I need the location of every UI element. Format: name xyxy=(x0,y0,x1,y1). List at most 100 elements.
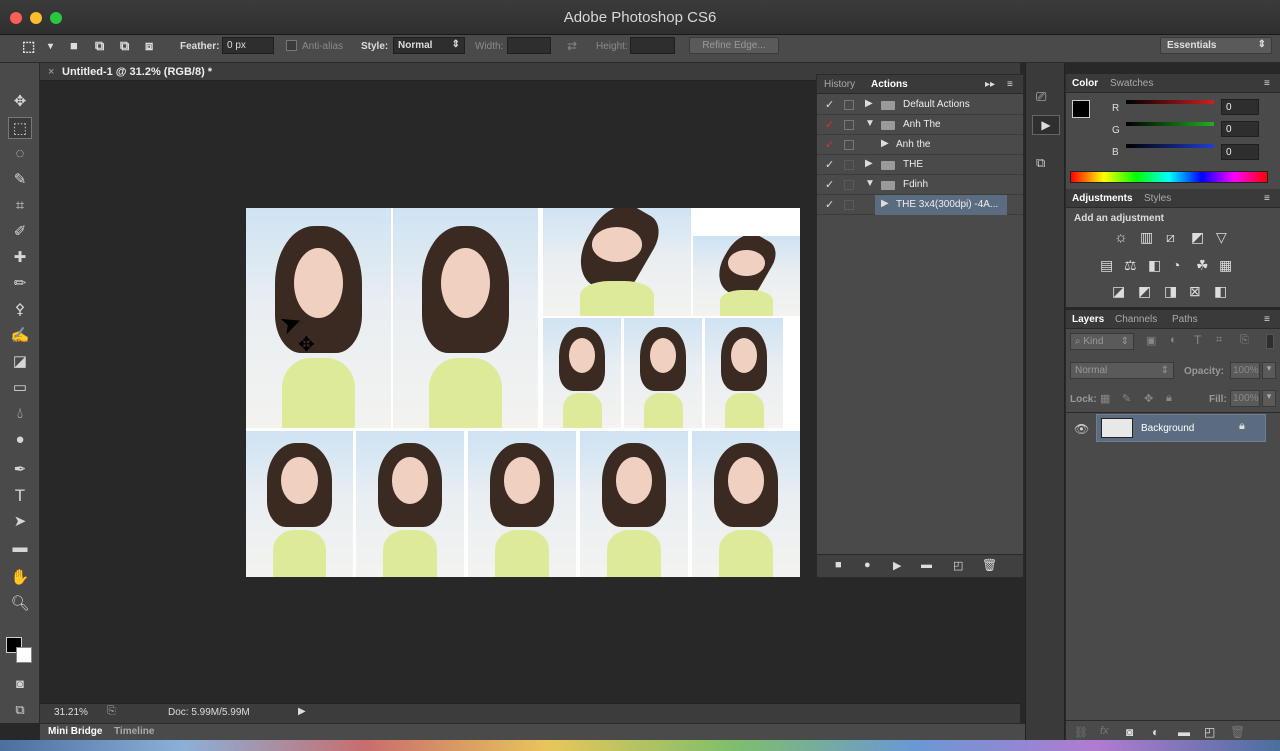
status-menu-arrow-icon[interactable]: ▶ xyxy=(298,706,306,717)
screen-mode-icon[interactable]: ⧉ xyxy=(8,699,32,721)
tab-color[interactable]: Color xyxy=(1072,78,1098,89)
new-set-icon[interactable]: ▬ xyxy=(921,559,932,571)
toggle-check-icon[interactable]: ✓ xyxy=(825,118,834,131)
swap-icon[interactable]: ⇄ xyxy=(567,39,577,53)
color-spectrum-bar[interactable] xyxy=(1070,171,1268,183)
action-row[interactable]: ✓ ▶ THE 3x4(300dpi) -4A... xyxy=(817,195,1023,215)
healing-brush-tool-icon[interactable]: ✚ xyxy=(8,247,32,269)
action-row[interactable]: ✓ ▶ Anh the xyxy=(817,135,1023,155)
refine-edge-button[interactable]: Refine Edge... xyxy=(689,37,779,54)
channel-mixer-icon[interactable]: ☘ xyxy=(1196,257,1209,274)
tab-styles[interactable]: Styles xyxy=(1144,193,1171,204)
clone-stamp-tool-icon[interactable]: ⚴ xyxy=(8,299,32,321)
opacity-dropdown-icon[interactable]: ▾ xyxy=(1262,362,1276,379)
red-value[interactable]: 0 xyxy=(1221,99,1259,115)
workspace-select[interactable]: Essentials ⇕ xyxy=(1160,37,1272,54)
posterize-icon[interactable]: ◩ xyxy=(1138,283,1151,300)
new-selection-icon[interactable]: ■ xyxy=(70,38,78,53)
blend-mode-select[interactable]: Normal ⇕ xyxy=(1070,362,1174,379)
blur-tool-icon[interactable]: 💧︎ xyxy=(8,403,32,425)
type-filter-icon[interactable]: T xyxy=(1194,333,1201,347)
link-layers-icon[interactable]: ⛓ xyxy=(1074,726,1088,739)
expand-triangle-icon[interactable]: ▶ xyxy=(881,138,889,149)
collapse-panel-icon[interactable]: ▸▸ xyxy=(985,79,995,90)
dialog-toggle-box[interactable] xyxy=(844,100,854,110)
green-value[interactable]: 0 xyxy=(1221,121,1259,137)
add-selection-icon[interactable]: ⧉ xyxy=(95,38,104,54)
color-lookup-icon[interactable]: ▦ xyxy=(1219,257,1232,274)
filter-toggle[interactable] xyxy=(1266,334,1274,349)
new-layer-icon[interactable]: ◰ xyxy=(1204,725,1215,739)
layer-name[interactable]: Background xyxy=(1141,423,1194,434)
blue-slider[interactable] xyxy=(1126,144,1214,148)
green-slider[interactable] xyxy=(1126,122,1214,126)
gradient-tool-icon[interactable]: ▭ xyxy=(8,377,32,399)
vibrance-icon[interactable]: ▽ xyxy=(1216,229,1227,246)
photo-filter-icon[interactable]: ◔ xyxy=(1172,257,1180,273)
document-canvas[interactable] xyxy=(246,208,800,577)
panel-menu-icon[interactable]: ≡ xyxy=(1264,314,1270,325)
stop-icon[interactable]: ■ xyxy=(835,559,842,571)
invert-icon[interactable]: ◪ xyxy=(1112,283,1125,300)
expand-triangle-icon[interactable]: ▶ xyxy=(865,98,873,109)
layer-row-background[interactable]: Background 🔒︎ xyxy=(1096,414,1266,442)
toggle-check-icon[interactable]: ✓ xyxy=(825,98,834,111)
visibility-eye-icon[interactable]: 👁︎ xyxy=(1074,422,1089,436)
marquee-preset-icon[interactable]: ⬚ xyxy=(22,38,35,55)
dialog-toggle-box[interactable] xyxy=(844,120,854,130)
lock-all-icon[interactable]: 🔒︎ xyxy=(1166,392,1172,405)
lock-position-icon[interactable]: ✥ xyxy=(1144,392,1153,405)
fill-dropdown-icon[interactable]: ▾ xyxy=(1262,390,1276,407)
new-group-icon[interactable]: ▬ xyxy=(1178,725,1190,739)
share-icon[interactable]: ⎘ xyxy=(107,705,116,718)
action-set-row[interactable]: ✓ ▼ Fdinh xyxy=(817,175,1023,195)
tab-paths[interactable]: Paths xyxy=(1172,314,1198,325)
foreground-color-swatch[interactable] xyxy=(1072,100,1090,118)
zoom-level[interactable]: 31.21% xyxy=(54,707,88,718)
opacity-input[interactable]: 100% xyxy=(1230,362,1260,379)
tab-history[interactable]: History xyxy=(824,79,855,90)
adjustment-filter-icon[interactable]: ◐ xyxy=(1170,334,1177,346)
pixel-filter-icon[interactable]: ▣ xyxy=(1146,334,1156,347)
lock-transparency-icon[interactable]: ▦ xyxy=(1100,392,1110,405)
delete-layer-icon[interactable]: 🗑︎ xyxy=(1230,725,1245,739)
actions-panel-icon[interactable]: ▶ xyxy=(1032,115,1060,135)
history-brush-tool-icon[interactable]: ✍ xyxy=(8,325,32,347)
tab-layers[interactable]: Layers xyxy=(1072,314,1104,325)
brightness-contrast-icon[interactable]: ☼ xyxy=(1114,229,1128,246)
dialog-toggle-box[interactable] xyxy=(844,140,854,150)
dodge-tool-icon[interactable]: ● xyxy=(8,429,32,451)
toggle-check-icon[interactable]: ✓ xyxy=(825,198,834,211)
zoom-tool-icon[interactable]: 🔍︎ xyxy=(8,593,32,615)
gradient-map-icon[interactable]: ◧ xyxy=(1214,283,1227,300)
eyedropper-tool-icon[interactable]: ✐ xyxy=(8,221,32,243)
brush-tool-icon[interactable]: ✏ xyxy=(8,273,32,295)
dialog-toggle-box[interactable] xyxy=(844,200,854,210)
dialog-toggle-box[interactable] xyxy=(844,180,854,190)
intersect-selection-icon[interactable]: ⧈ xyxy=(145,38,153,54)
tab-timeline[interactable]: Timeline xyxy=(114,726,154,737)
lasso-tool-icon[interactable]: ◌ xyxy=(8,143,32,165)
subtract-selection-icon[interactable]: ⧉ xyxy=(120,38,129,54)
action-set-row[interactable]: ✓ ▶ THE xyxy=(817,155,1023,175)
tab-mini-bridge[interactable]: Mini Bridge xyxy=(48,726,102,737)
new-adjustment-layer-icon[interactable]: ◐ xyxy=(1152,725,1159,739)
panel-menu-icon[interactable]: ≡ xyxy=(1007,79,1013,90)
selective-color-icon[interactable]: ⊠ xyxy=(1189,283,1201,300)
expand-triangle-icon[interactable]: ▶ xyxy=(865,158,873,169)
add-mask-icon[interactable]: ◙ xyxy=(1126,725,1133,739)
preset-dropdown-icon[interactable]: ▾ xyxy=(48,41,53,52)
history-panel-icon[interactable]: ⎚ xyxy=(1036,89,1046,105)
toggle-check-icon[interactable]: ✓ xyxy=(825,158,834,171)
exposure-icon[interactable]: ◩ xyxy=(1191,229,1204,246)
close-document-icon[interactable]: × xyxy=(48,66,54,78)
action-set-row[interactable]: ✓ ▼ Anh The xyxy=(817,115,1023,135)
panel-menu-icon[interactable]: ≡ xyxy=(1264,78,1270,89)
hue-saturation-icon[interactable]: ▤ xyxy=(1100,257,1113,274)
threshold-icon[interactable]: ◨ xyxy=(1164,283,1177,300)
lock-pixels-icon[interactable]: ✎ xyxy=(1122,392,1131,405)
fx-icon[interactable]: fx xyxy=(1100,725,1109,737)
toggle-check-icon[interactable]: ✓ xyxy=(825,138,834,151)
path-selection-tool-icon[interactable]: ➤ xyxy=(8,511,32,533)
trash-icon[interactable]: 🗑︎ xyxy=(982,558,997,572)
